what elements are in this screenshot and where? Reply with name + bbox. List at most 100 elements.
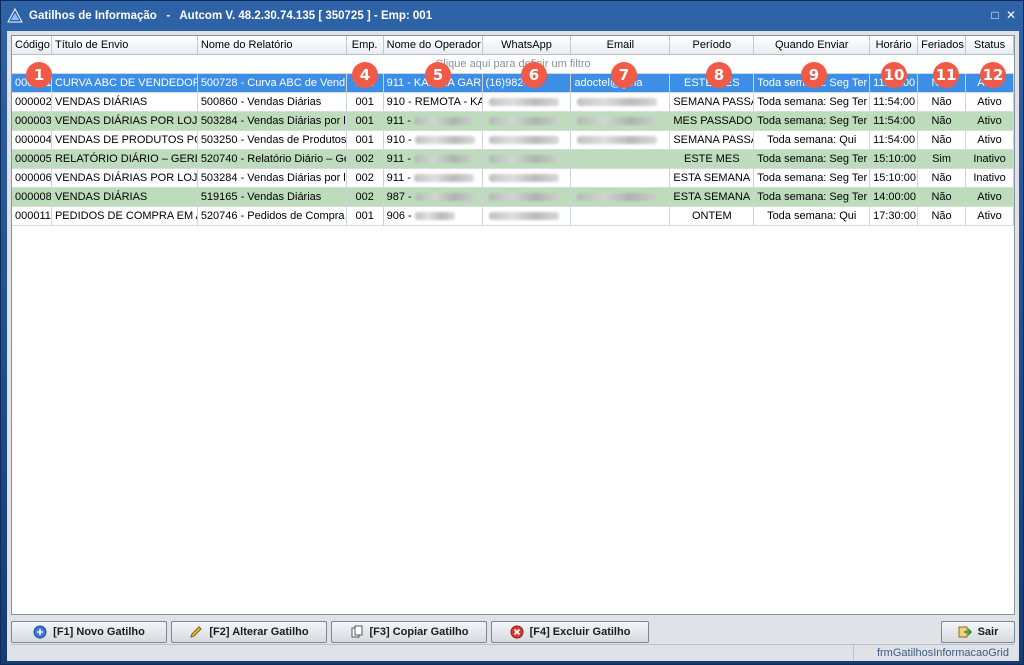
cell-periodo: ESTA SEMANA [670,169,755,187]
redacted-mark [488,155,559,164]
cell-email [571,112,671,130]
cell-email [571,188,671,206]
cell-codigo-text: 000002 [15,96,52,108]
cell-operador: 911 - [384,169,483,187]
col-header-quando[interactable]: Quando Enviar [754,36,871,55]
window-title: Gatilhos de Informação - Autcom V. 48.2.… [29,10,433,22]
redacted-mark [488,212,559,221]
action-toolbar: [F1] Novo Gatilho [F2] Alterar Gatilho [… [11,621,1015,643]
col-header-emp[interactable]: Emp. [347,36,384,55]
pencil-icon [190,626,203,638]
table-row[interactable]: 000004 VENDAS DE PRODUTOS POR 503250 - Ven… [12,131,1014,150]
cell-operador: 911 - [384,112,483,130]
maximize-icon[interactable]: □ [989,9,1001,21]
table-row[interactable]: 000005RELATÓRIO DIÁRIO – GERENT520740 - … [12,150,1014,169]
new-trigger-button[interactable]: [F1] Novo Gatilho [11,621,167,643]
col-header-email[interactable]: Email [571,36,671,55]
cell-periodo-text: ONTEM [691,210,732,222]
redacted-mark [488,136,559,145]
cell-codigo-text: 000003 [15,115,52,127]
cell-titulo: VENDAS DIÁRIAS POR LOJA [52,112,198,130]
cell-codigo: 000002 [12,93,52,111]
cell-codigo: 000011 [12,207,52,225]
table-row[interactable]: 000002 VENDAS DIÁRIAS 500860 - Vendas Diár… [12,93,1014,112]
cell-titulo-text: VENDAS DE PRODUTOS POR [54,134,198,146]
redacted-mark [577,136,658,145]
cell-periodo-text: ESTA SEMANA [673,172,751,184]
cell-whatsapp [483,93,572,111]
cell-emp: 001 [347,93,384,111]
close-icon[interactable]: ✕ [1005,9,1017,21]
cell-horario-text: 15:10:00 [873,172,916,184]
col-header-periodo[interactable]: Período [670,36,755,55]
col-header-horario[interactable]: Horário [870,36,919,55]
cell-quando: Toda semana: Seg Ter [754,93,871,111]
cell-titulo-text: VENDAS DIÁRIAS [54,191,148,203]
redacted-mark [488,98,559,107]
cell-whatsapp [483,188,572,206]
table-row[interactable]: 000008 VENDAS DIÁRIAS 519165 - Vendas Diár… [12,188,1014,207]
cell-periodo: MES PASSADO [670,112,755,130]
cell-status: Inativo [966,169,1014,187]
cell-relatorio-text: 503250 - Vendas de Produtos [200,134,347,146]
cell-quando: Toda semana: Qui [754,207,871,225]
cell-titulo: RELATÓRIO DIÁRIO – GERENT [52,150,198,168]
copy-trigger-label: [F3] Copiar Gatilho [369,626,469,638]
cell-status-text: Ativo [977,191,1002,203]
cell-horario-text: 15:10:00 [873,153,916,165]
cell-horario: 17:30:00 [870,207,919,225]
cell-feriados-text: Não [931,210,952,222]
cell-whatsapp [483,150,572,168]
cell-whatsapp [483,131,572,149]
cell-codigo-text: 000008 [15,191,52,203]
col-header-status[interactable]: Status [966,36,1014,55]
col-header-operador[interactable]: Nome do Operador [384,36,483,55]
cell-codigo: 000003 [12,112,52,130]
callout-badge: 5 [425,62,451,88]
table-row[interactable]: 000006 VENDAS DIÁRIAS POR LOJA 503284 - Ve… [12,169,1014,188]
cell-quando-text: Toda semana: Seg Ter [757,191,868,203]
col-header-whatsapp[interactable]: WhatsApp [483,36,572,55]
cell-relatorio-text: 503284 - Vendas Diárias por l [200,115,346,127]
cell-feriados-text: Não [931,172,952,184]
cell-periodo: ONTEM [670,207,755,225]
cell-horario-text: 11:54:00 [873,115,916,127]
cell-emp-text: 002 [355,153,374,165]
col-header-codigo[interactable]: Código [12,36,52,55]
cell-titulo-text: VENDAS DIÁRIAS POR LOJA [54,115,198,127]
grid-body: 000001CURVA ABC DE VENDEDORE500728 - Cur… [12,74,1014,226]
filter-row[interactable]: Clique aqui para definir um filtro [12,55,1014,74]
edit-trigger-button[interactable]: [F2] Alterar Gatilho [171,621,327,643]
redacted-mark [488,117,559,126]
cell-horario-text: 11:54:00 [873,96,916,108]
cell-quando-text: Toda semana: Seg Ter [757,96,868,108]
cell-email [571,207,671,225]
cell-quando: Toda semana: Seg Ter [754,188,871,206]
cell-operador-text: 910 - [386,134,412,146]
cell-periodo: ESTE MES [670,150,755,168]
cell-status-text: Ativo [977,96,1002,108]
copy-trigger-button[interactable]: [F3] Copiar Gatilho [331,621,487,643]
delete-trigger-button[interactable]: [F4] Excluir Gatilho [491,621,649,643]
cell-codigo-text: 000006 [15,172,52,184]
col-header-relatorio[interactable]: Nome do Relatório [198,36,347,55]
callout-badge: 6 [521,62,547,88]
cell-feriados: Não [918,131,967,149]
exit-button[interactable]: Sair [941,621,1015,643]
cell-status: Ativo [966,131,1014,149]
cell-titulo-text: VENDAS DIÁRIAS POR LOJA [54,172,198,184]
cell-periodo-text: SEMANA PASSA [673,96,755,108]
col-header-feriados[interactable]: Feriados [918,36,967,55]
callout-badge: 11 [933,62,959,88]
cell-status-text: Inativo [973,172,1006,184]
cell-operador: 911 - [384,150,483,168]
table-row[interactable]: 000011 PEDIDOS DE COMPRA EM AB 520746 - Pe… [12,207,1014,226]
table-row[interactable]: 000001CURVA ABC DE VENDEDORE500728 - Cur… [12,74,1014,93]
table-row[interactable]: 000003 VENDAS DIÁRIAS POR LOJA 503284 - Ve… [12,112,1014,131]
cell-horario: 15:10:00 [870,169,919,187]
cell-relatorio-text: 520740 - Relatório Diário – Ge [200,153,347,165]
cell-horario: 11:54:00 [870,131,919,149]
redacted-mark [414,136,475,145]
col-header-titulo[interactable]: Título de Envio [52,36,198,55]
cell-titulo: CURVA ABC DE VENDEDORE [52,74,198,92]
